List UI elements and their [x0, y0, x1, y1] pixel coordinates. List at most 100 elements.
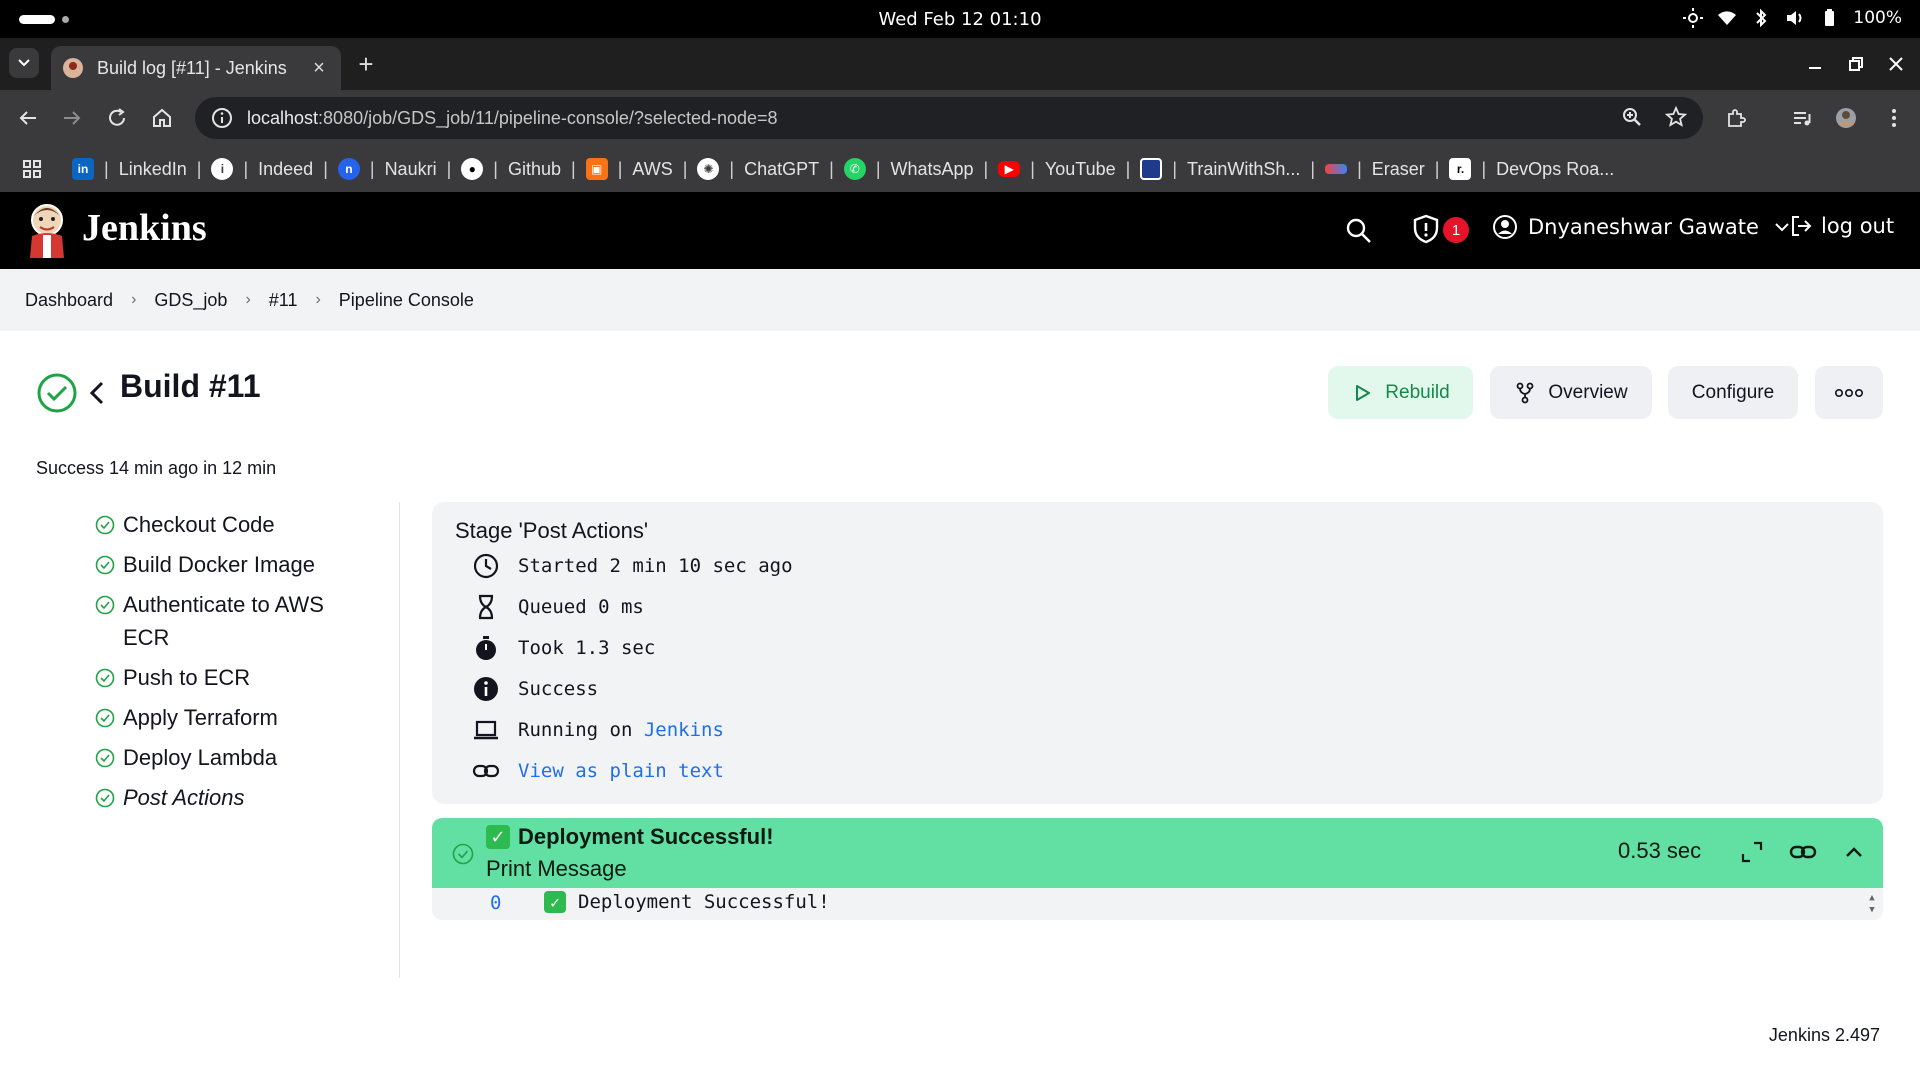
stage-post-actions-selected[interactable]: Post Actions: [95, 781, 385, 814]
site-info-icon[interactable]: [211, 107, 233, 129]
stage-apply-terraform[interactable]: Apply Terraform: [95, 701, 385, 734]
bookmark-devops-roadmap[interactable]: r. | DevOps Roa...: [1449, 158, 1614, 180]
chevron-up-icon[interactable]: [1840, 838, 1868, 866]
breadcrumb-build[interactable]: #11: [269, 290, 298, 311]
bookmark-aws[interactable]: ▣ | AWS |: [585, 158, 687, 180]
view-plain-text-link[interactable]: View as plain text: [518, 760, 724, 782]
log-scrollbar[interactable]: ▲ ▼: [1867, 892, 1877, 916]
chevron-right-icon: ›: [245, 291, 251, 308]
bookmark-separator: |: [493, 158, 498, 179]
stage-checkout-code[interactable]: Checkout Code: [95, 508, 385, 541]
log-line-number[interactable]: 0: [490, 892, 501, 914]
bookmark-separator: |: [829, 158, 834, 179]
bookmark-separator: |: [243, 158, 249, 179]
forward-button[interactable]: [56, 102, 88, 134]
zoom-icon[interactable]: [1621, 106, 1643, 128]
info-circle-icon: [474, 677, 498, 701]
extensions-button[interactable]: [1720, 102, 1752, 134]
github-icon: ●: [461, 158, 484, 180]
home-button[interactable]: [146, 102, 178, 134]
link-icon[interactable]: [1789, 838, 1817, 866]
new-tab-button[interactable]: +: [352, 49, 380, 79]
battery-icon: [1825, 9, 1835, 26]
bookmark-eraser[interactable]: | Eraser |: [1325, 159, 1439, 180]
logout-link[interactable]: log out: [1789, 214, 1894, 238]
overview-button[interactable]: Overview: [1490, 366, 1652, 419]
jenkins-logo-icon[interactable]: [26, 202, 68, 258]
success-check-icon: [95, 595, 115, 615]
browser-tab-strip: Build log [#11] - Jenkins × +: [0, 38, 1920, 90]
bookmark-label: DevOps Roa...: [1496, 158, 1615, 179]
expand-icon[interactable]: [1738, 838, 1766, 866]
breadcrumb-job[interactable]: GDS_job: [154, 290, 227, 311]
avatar-icon: [1836, 108, 1856, 128]
tab-close-button[interactable]: ×: [309, 57, 329, 80]
apps-grid-icon[interactable]: [22, 159, 42, 179]
console-log[interactable]: 0 ✓ Deployment Successful! ▲ ▼: [432, 888, 1883, 920]
rebuild-button[interactable]: Rebuild: [1328, 366, 1473, 419]
alert-count-badge[interactable]: 1: [1443, 217, 1469, 243]
detail-took: Took 1.3 sec: [472, 634, 655, 662]
bookmark-separator: |: [875, 158, 881, 179]
step-duration: 0.53 sec: [1618, 838, 1702, 863]
restore-button[interactable]: [1842, 50, 1870, 78]
security-shield-icon[interactable]: [1412, 214, 1440, 244]
browser-menu-button[interactable]: [1878, 102, 1910, 134]
panel-divider[interactable]: [399, 502, 400, 978]
bookmark-label: Indeed: [258, 158, 314, 179]
jenkins-version[interactable]: Jenkins 2.497: [1769, 1025, 1880, 1046]
profile-avatar-button[interactable]: [1830, 102, 1862, 134]
system-clock[interactable]: Wed Feb 12 01:10: [0, 9, 1920, 30]
bookmark-naukri[interactable]: n | Naukri |: [337, 158, 451, 180]
stage-push-to-ecr[interactable]: Push to ECR: [95, 661, 385, 694]
link-icon: [472, 764, 500, 778]
stage-deploy-lambda[interactable]: Deploy Lambda: [95, 741, 385, 774]
bookmark-indeed[interactable]: i | Indeed |: [211, 158, 328, 180]
browser-toolbar: localhost:8080/job/GDS_job/11/pipeline-c…: [0, 90, 1920, 146]
system-tray[interactable]: 100%: [1683, 8, 1902, 28]
battery-percent: 100%: [1853, 8, 1902, 28]
user-menu[interactable]: Dnyaneshwar Gawate: [1492, 214, 1801, 240]
jenkins-title[interactable]: Jenkins: [82, 206, 207, 250]
youtube-icon: ▶: [998, 161, 1021, 177]
stage-authenticate-ecr[interactable]: Authenticate to AWS ECR: [67, 588, 385, 654]
step-header[interactable]: ✓ Deployment Successful! Print Message 0…: [432, 818, 1883, 888]
rebuild-label: Rebuild: [1385, 381, 1450, 403]
started-text: Started 2 min 10 sec ago: [518, 555, 793, 577]
stage-label: Build Docker Image: [123, 552, 315, 577]
bookmark-label: ChatGPT: [744, 158, 820, 179]
success-check-icon: [37, 373, 77, 413]
search-icon[interactable]: [1344, 216, 1374, 246]
bookmark-whatsapp[interactable]: ✆ | WhatsApp |: [843, 158, 988, 180]
bookmark-separator: |: [571, 158, 576, 179]
bookmark-chatgpt[interactable]: ✺ | ChatGPT |: [697, 158, 834, 180]
media-controls-button[interactable]: [1786, 102, 1818, 134]
stage-build-docker-image[interactable]: Build Docker Image: [95, 548, 385, 581]
close-icon: [1889, 57, 1903, 71]
bookmark-star-icon[interactable]: [1665, 106, 1687, 128]
bookmark-youtube[interactable]: ▶ | YouTube |: [998, 159, 1130, 180]
url-text[interactable]: localhost:8080/job/GDS_job/11/pipeline-c…: [247, 108, 778, 129]
address-bar[interactable]: localhost:8080/job/GDS_job/11/pipeline-c…: [195, 97, 1703, 139]
more-actions-button[interactable]: [1815, 366, 1883, 419]
step-subtitle: Print Message: [486, 856, 627, 881]
tab-title: Build log [#11] - Jenkins: [97, 57, 287, 78]
minimize-button[interactable]: [1801, 50, 1829, 78]
close-window-button[interactable]: [1882, 50, 1910, 78]
back-button[interactable]: [12, 102, 44, 134]
took-text: Took 1.3 sec: [518, 637, 656, 659]
configure-button[interactable]: Configure: [1668, 366, 1798, 419]
browser-tab-active[interactable]: Build log [#11] - Jenkins ×: [51, 46, 341, 90]
trainwithshubham-icon: [1140, 158, 1163, 180]
back-chevron-icon[interactable]: [86, 378, 108, 408]
bookmark-trainwithshubham[interactable]: | TrainWithSh... |: [1140, 158, 1315, 180]
build-summary: Success 14 min ago in 12 min: [36, 458, 277, 478]
reload-button[interactable]: [101, 102, 133, 134]
node-link[interactable]: Jenkins: [644, 719, 724, 741]
bookmark-github[interactable]: ● | Github |: [461, 158, 576, 180]
breadcrumb-dashboard[interactable]: Dashboard: [25, 290, 113, 311]
breadcrumb-current[interactable]: Pipeline Console: [339, 290, 474, 311]
bookmark-linkedin[interactable]: in | LinkedIn |: [72, 158, 201, 180]
success-check-icon: [95, 788, 115, 808]
tab-search-button[interactable]: [9, 48, 39, 78]
